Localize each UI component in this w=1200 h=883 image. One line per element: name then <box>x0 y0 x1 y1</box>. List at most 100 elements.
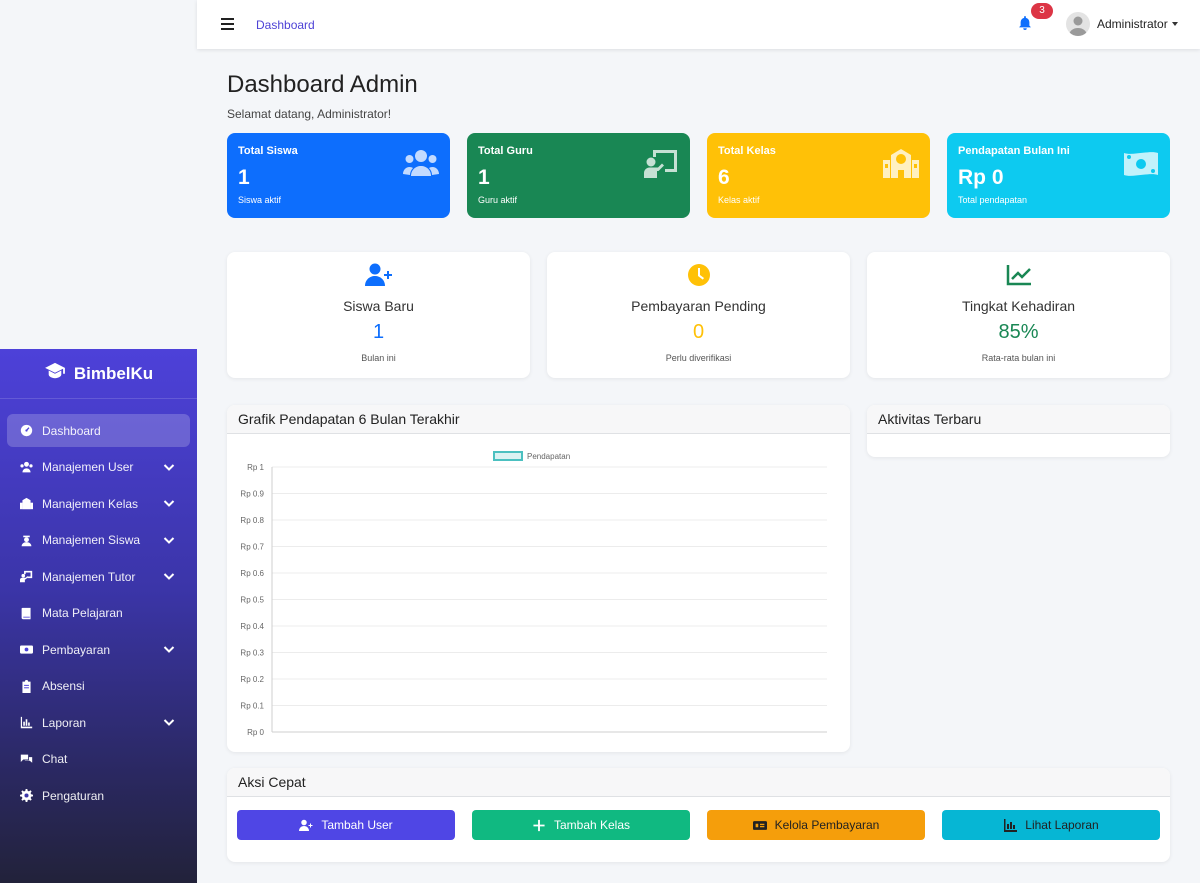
view-report-button[interactable]: Lihat Laporan <box>942 810 1160 840</box>
sidebar-item-absensi[interactable]: Absensi <box>7 670 190 703</box>
metric-card-siswa-baru: Siswa Baru 1 Bulan ini <box>227 252 530 378</box>
chart-svg: Rp 0 Rp 0.1 Rp 0.2 Rp 0.3 Rp 0.4 Rp 0.5 Rp 0.6… <box>240 451 827 737</box>
y-tick-label: Rp 0.2 <box>240 675 264 684</box>
y-tick-label: Rp 0.5 <box>240 596 264 605</box>
activity-panel-title: Aktivitas Terbaru <box>867 405 1170 434</box>
money-icon <box>752 820 767 830</box>
manage-payment-button[interactable]: Kelola Pembayaran <box>707 810 925 840</box>
clipboard-icon <box>19 679 33 693</box>
sidebar-item-manajemen-kelas[interactable]: Manajemen Kelas <box>7 487 190 520</box>
sidebar-item-dashboard[interactable]: Dashboard <box>7 414 190 447</box>
bell-icon[interactable] <box>1018 16 1034 32</box>
sidebar: BimbelKu Dashboard Manajemen User Manajeme… <box>0 349 197 883</box>
quick-actions-panel: Aksi Cepat Tambah User Tambah Kelas Kelo… <box>227 768 1170 862</box>
breadcrumb[interactable]: Dashboard <box>256 18 315 32</box>
sidebar-item-label: Manajemen Kelas <box>42 496 139 511</box>
y-tick-label: Rp 0.1 <box>240 702 264 711</box>
stat-sub: Kelas aktif <box>718 195 760 205</box>
school-icon <box>883 148 919 180</box>
chevron-down-icon[interactable] <box>163 570 175 582</box>
metric-title: Pembayaran Pending <box>631 298 766 314</box>
sidebar-item-label: Absensi <box>42 679 85 693</box>
chevron-down-icon[interactable] <box>163 497 175 509</box>
brand[interactable]: BimbelKu <box>0 349 197 399</box>
money-icon <box>19 643 33 657</box>
user-plus-icon <box>299 819 313 831</box>
metric-card-pembayaran-pending: Pembayaran Pending 0 Perlu diverifikasi <box>547 252 850 378</box>
teacher-icon <box>19 570 33 584</box>
sidebar-item-label: Manajemen Siswa <box>42 533 141 547</box>
chart-panel-title: Grafik Pendapatan 6 Bulan Terakhir <box>227 405 850 434</box>
legend-label: Pendapatan <box>527 452 570 461</box>
metric-title: Siswa Baru <box>343 298 414 314</box>
stat-sub: Total pendapatan <box>958 195 1028 205</box>
users-icon <box>19 460 33 474</box>
sidebar-item-manajemen-siswa[interactable]: Manajemen Siswa <box>7 524 190 557</box>
user-menu[interactable]: Administrator <box>1066 12 1178 36</box>
metric-value: 0 <box>692 321 705 343</box>
stat-sub: Guru aktif <box>478 195 518 205</box>
topbar: Dashboard 3 Administrator <box>197 0 1200 49</box>
sidebar-item-manajemen-tutor[interactable]: Manajemen Tutor <box>7 560 190 593</box>
page-subtitle: Selamat datang, Administrator! <box>227 107 392 121</box>
money-bill-icon <box>1123 148 1159 180</box>
sidebar-item-label: Mata Pelajaran <box>42 606 123 620</box>
line-chart-icon <box>1005 263 1033 287</box>
stat-card-total-siswa: Total Siswa 1 Siswa aktif <box>227 133 450 218</box>
metric-title: Tingkat Kehadiran <box>961 298 1076 314</box>
metric-value: 1 <box>372 321 385 343</box>
menu-toggle-icon[interactable] <box>221 18 234 30</box>
sidebar-item-mata-pelajaran[interactable]: Mata Pelajaran <box>7 597 190 630</box>
legend-swatch <box>493 451 523 461</box>
metric-value: 85% <box>998 321 1039 343</box>
sidebar-item-label: Pengaturan <box>42 788 105 803</box>
sidebar-item-laporan[interactable]: Laporan <box>7 706 190 739</box>
sidebar-item-chat[interactable]: Chat <box>7 743 190 776</box>
add-class-label: Tambah Kelas <box>553 818 631 832</box>
plus-icon <box>533 819 545 831</box>
chart-icon <box>1004 818 1018 832</box>
sidebar-item-label: Pembayaran <box>42 642 111 657</box>
sidebar-nav: Dashboard Manajemen User Manajemen Kelas Ma… <box>0 399 197 812</box>
chevron-down-icon[interactable] <box>163 461 175 473</box>
y-tick-label: Rp 0 <box>247 728 264 737</box>
stat-card-total-kelas: Total Kelas 6 Kelas aktif <box>707 133 930 218</box>
metric-sub: Rata-rata bulan ini <box>981 353 1056 363</box>
clock-icon <box>685 263 713 287</box>
user-name: Administrator <box>1097 17 1168 31</box>
user-plus-icon <box>364 263 393 287</box>
graduation-cap-icon <box>44 362 66 385</box>
metric-sub: Perlu diverifikasi <box>665 353 732 363</box>
sidebar-item-pembayaran[interactable]: Pembayaran <box>7 633 190 666</box>
y-tick-label: Rp 0.7 <box>240 543 264 552</box>
y-tick-label: Rp 0.8 <box>240 516 264 525</box>
add-user-label: Tambah User <box>321 818 393 832</box>
sidebar-item-pengaturan[interactable]: Pengaturan <box>7 779 190 812</box>
view-report-label: Lihat Laporan <box>1025 818 1099 832</box>
comments-icon <box>19 752 33 766</box>
y-tick-label: Rp 0.9 <box>240 490 264 499</box>
metric-card-tingkat-kehadiran: Tingkat Kehadiran 85% Rata-rata bulan in… <box>867 252 1170 378</box>
manage-payment-label: Kelola Pembayaran <box>774 818 880 832</box>
add-user-button[interactable]: Tambah User <box>237 810 455 840</box>
chevron-down-icon[interactable] <box>163 534 175 546</box>
quick-actions-title: Aksi Cepat <box>227 768 1170 797</box>
chevron-down-icon[interactable] <box>163 643 175 655</box>
book-icon <box>19 606 33 620</box>
caret-down-icon <box>1171 22 1178 26</box>
metric-sub: Bulan ini <box>361 353 396 363</box>
add-class-button[interactable]: Tambah Kelas <box>472 810 690 840</box>
revenue-chart: Rp 0 Rp 0.1 Rp 0.2 Rp 0.3 Rp 0.4 Rp 0.5 Rp 0.6… <box>227 434 850 752</box>
stat-card-pendapatan: Pendapatan Bulan Ini Rp 0 Total pendapat… <box>947 133 1170 218</box>
sidebar-item-label: Chat <box>42 752 68 766</box>
chevron-down-icon[interactable] <box>163 716 175 728</box>
sidebar-item-manajemen-user[interactable]: Manajemen User <box>7 451 190 484</box>
sidebar-item-label: Manajemen User <box>42 460 134 474</box>
y-tick-label: Rp 0.3 <box>240 649 264 658</box>
users-icon <box>403 148 439 180</box>
page-title: Dashboard Admin <box>227 71 418 98</box>
gauge-icon <box>19 424 33 438</box>
teacher-board-icon <box>643 148 679 180</box>
revenue-chart-panel: Grafik Pendapatan 6 Bulan Terakhir Rp 0 R… <box>227 405 850 752</box>
y-tick-label: Rp 0.4 <box>240 622 264 631</box>
